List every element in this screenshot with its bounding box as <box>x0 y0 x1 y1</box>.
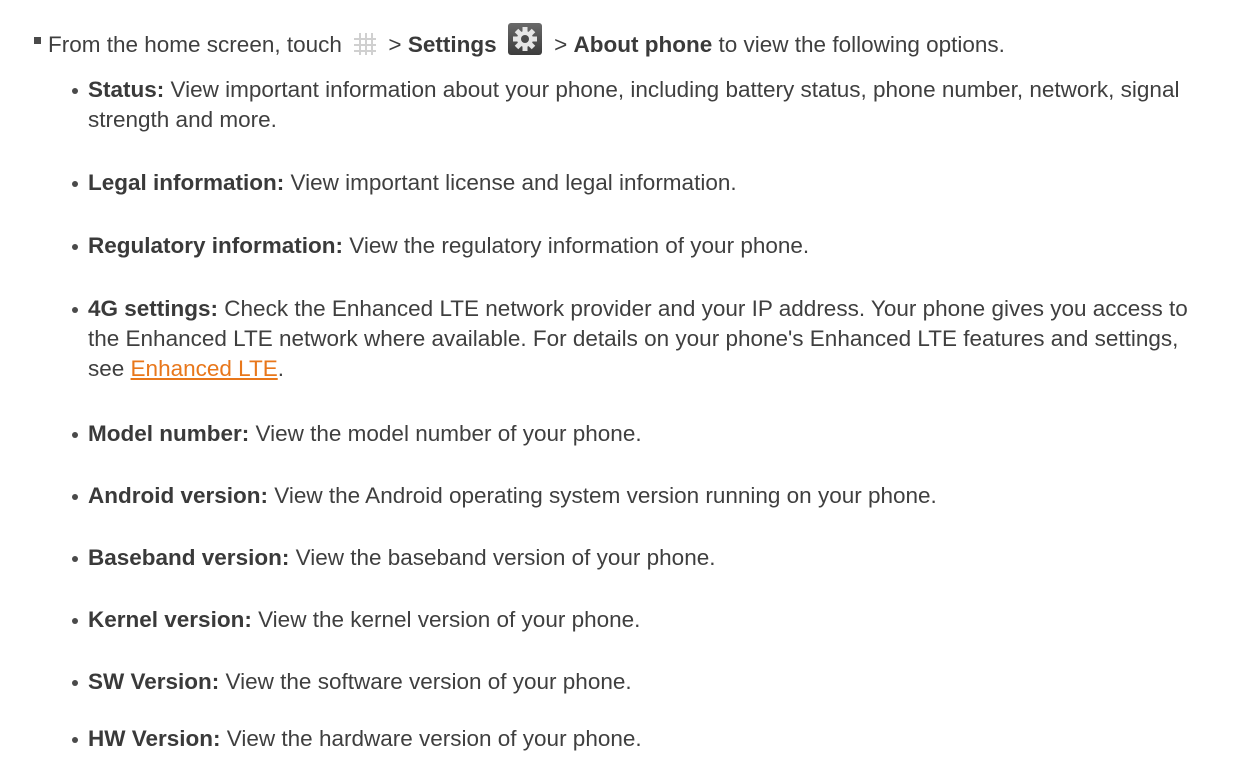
list-item-baseband-version: Baseband version: View the baseband vers… <box>72 543 1218 573</box>
bullet-dot <box>72 556 78 562</box>
step-suffix: to view the following options. <box>718 32 1005 57</box>
bullet-dot <box>72 307 78 313</box>
bullet-dot <box>72 680 78 686</box>
item-text: View the model number of your phone. <box>255 421 642 446</box>
list-item-kernel-version: Kernel version: View the kernel version … <box>72 605 1218 635</box>
gear-icon <box>507 23 542 55</box>
list-item-sw-version: SW Version: View the software version of… <box>72 667 1218 697</box>
step-instruction: From the home screen, touch > Settings >… <box>48 23 1005 60</box>
item-term: Status: <box>88 77 165 102</box>
bullet-dot <box>72 737 78 743</box>
item-text: View the regulatory information of your … <box>349 233 810 258</box>
item-term: Regulatory information: <box>88 233 344 258</box>
item-term: Legal information: <box>88 170 285 195</box>
step-separator-1: > <box>388 32 402 57</box>
item-text: View the hardware version of your phone. <box>226 726 642 751</box>
item-text-end: . <box>277 356 284 381</box>
bullet-dot <box>72 494 78 500</box>
list-item-model-number: Model number: View the model number of y… <box>72 419 1218 449</box>
enhanced-lte-link[interactable]: Enhanced LTE <box>131 356 278 381</box>
bullet-dot <box>72 618 78 624</box>
apps-grid-icon <box>353 32 377 56</box>
step-separator-2: > <box>554 32 568 57</box>
settings-label: Settings <box>407 32 497 57</box>
item-term: HW Version: <box>88 726 221 751</box>
item-term: 4G settings: <box>88 296 219 321</box>
item-text: View important license and legal informa… <box>290 170 737 195</box>
step-prefix: From the home screen, touch <box>48 32 342 57</box>
list-item-status: Status: View important information about… <box>72 75 1218 135</box>
list-item-legal-information: Legal information: View important licens… <box>72 168 1218 198</box>
item-text: View important information about your ph… <box>88 77 1180 132</box>
document-page: From the home screen, touch > Settings >… <box>0 0 1237 758</box>
bullet-dot <box>72 244 78 250</box>
item-text: View the kernel version of your phone. <box>258 607 641 632</box>
list-item-android-version: Android version: View the Android operat… <box>72 481 1218 511</box>
step-bullet <box>34 37 41 44</box>
list-item-4g-settings: 4G settings: Check the Enhanced LTE netw… <box>72 294 1218 384</box>
item-text: View the Android operating system versio… <box>274 483 937 508</box>
about-phone-label: About phone <box>573 32 713 57</box>
bullet-dot <box>72 432 78 438</box>
item-term: Model number: <box>88 421 250 446</box>
item-text: View the baseband version of your phone. <box>295 545 716 570</box>
bullet-dot <box>72 181 78 187</box>
list-item-regulatory-information: Regulatory information: View the regulat… <box>72 231 1218 261</box>
item-text: View the software version of your phone. <box>225 669 632 694</box>
item-term: Android version: <box>88 483 269 508</box>
bullet-dot <box>72 88 78 94</box>
item-term: Baseband version: <box>88 545 290 570</box>
item-term: Kernel version: <box>88 607 252 632</box>
item-term: SW Version: <box>88 669 220 694</box>
list-item-hw-version: HW Version: View the hardware version of… <box>72 724 1218 754</box>
